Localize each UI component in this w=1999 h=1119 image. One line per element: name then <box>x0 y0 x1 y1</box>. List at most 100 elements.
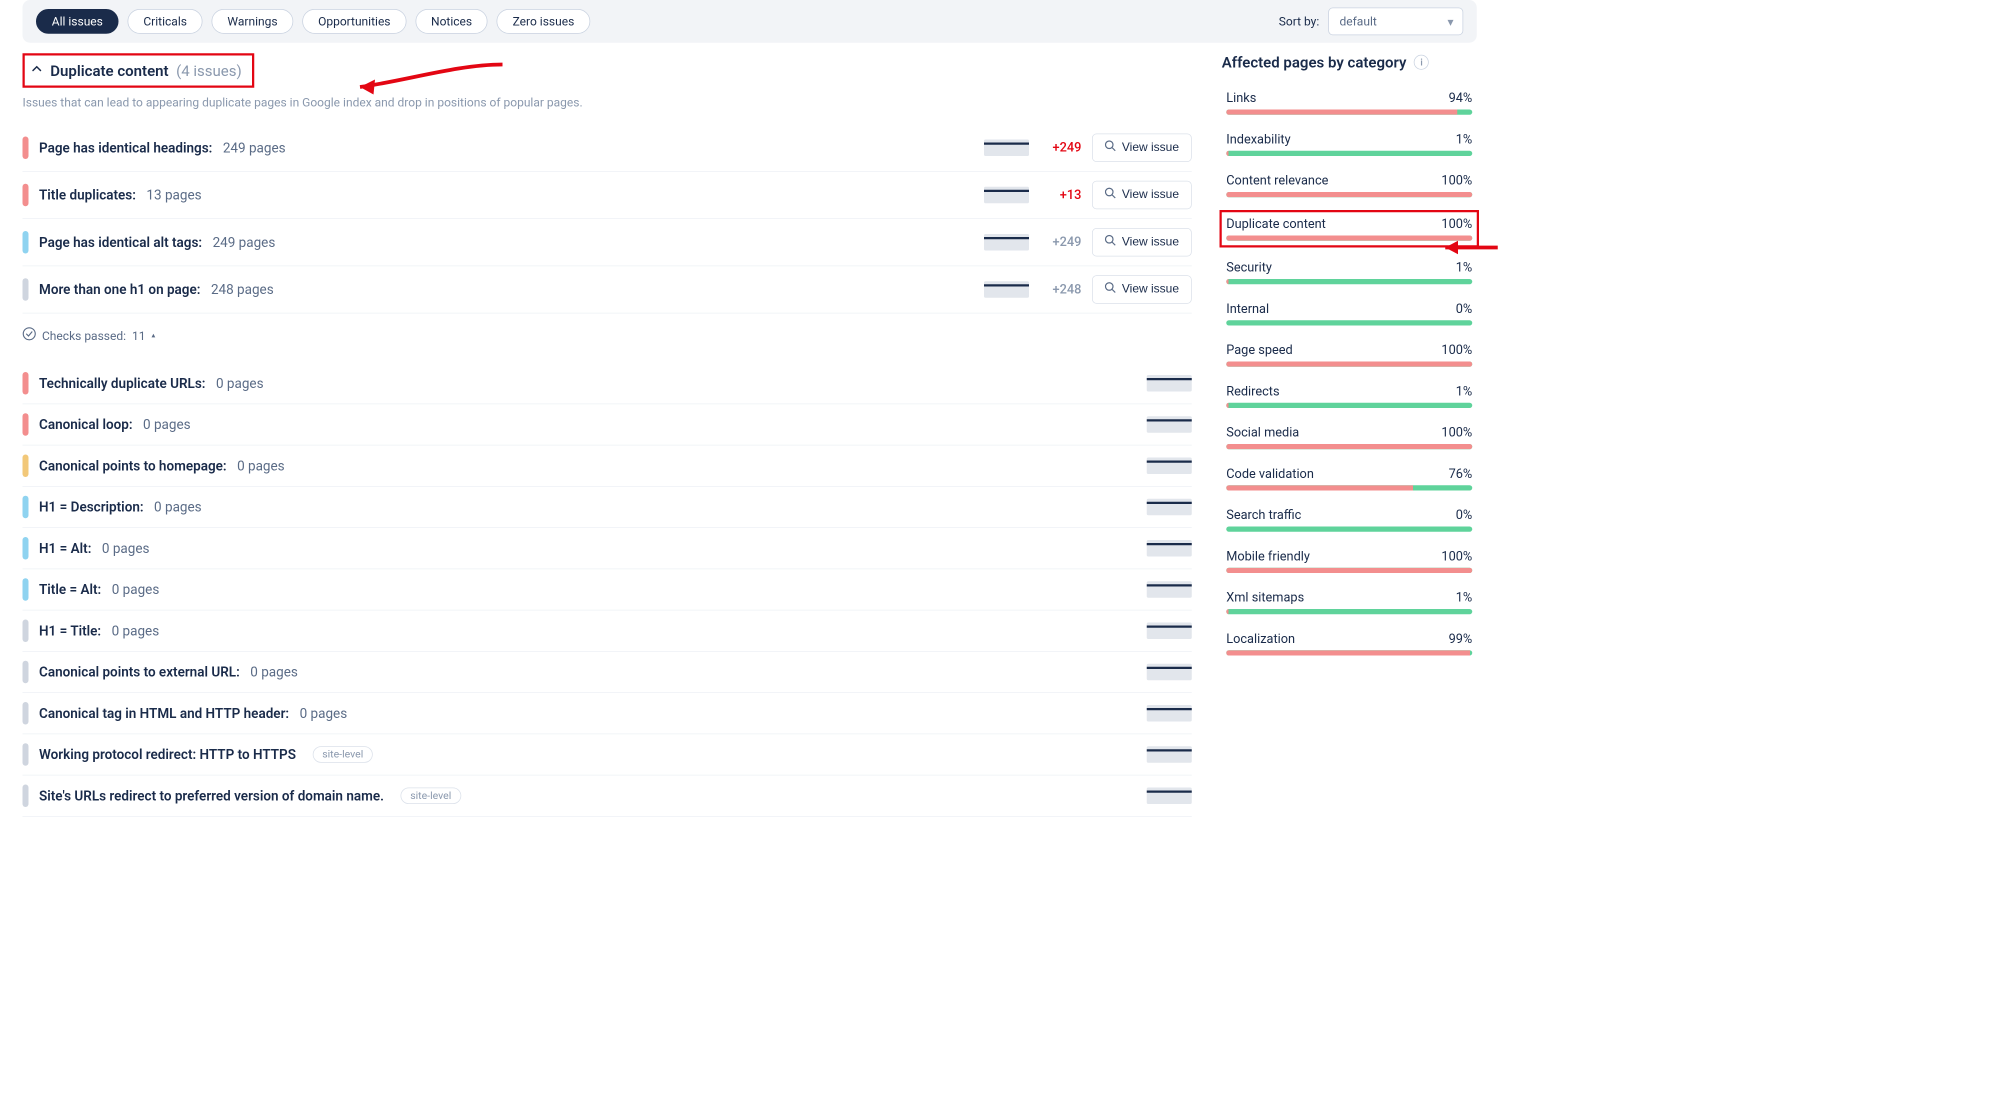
category-percent: 100% <box>1441 173 1472 188</box>
category-percent: 1% <box>1456 132 1473 147</box>
issue-name[interactable]: Canonical loop: <box>39 417 133 433</box>
issue-page-count: 0 pages <box>143 417 191 433</box>
category-bar <box>1226 527 1472 532</box>
severity-indicator <box>23 137 29 160</box>
category-bar <box>1226 151 1472 156</box>
issue-name[interactable]: Title duplicates: <box>39 187 136 203</box>
category-name: Indexability <box>1226 132 1290 147</box>
section-issue-count: (4 issues) <box>176 62 242 80</box>
category-row-code-validation[interactable]: Code validation76% <box>1222 462 1477 495</box>
filter-pill-zero-issues[interactable]: Zero issues <box>497 9 590 34</box>
issue-name[interactable]: Technically duplicate URLs: <box>39 375 205 391</box>
checks-passed-count: 11 <box>132 328 145 342</box>
category-bar <box>1226 403 1472 408</box>
category-row-links[interactable]: Links94% <box>1222 86 1477 119</box>
issue-page-count: 0 pages <box>102 540 150 556</box>
sparkline <box>1147 788 1192 805</box>
issue-name[interactable]: Canonical points to external URL: <box>39 664 240 680</box>
category-percent: 94% <box>1449 91 1473 106</box>
severity-indicator <box>23 537 29 560</box>
section-title: Duplicate content <box>50 62 168 80</box>
category-row-page-speed[interactable]: Page speed 100% <box>1222 338 1477 371</box>
category-row-content-relevance[interactable]: Content relevance 100% <box>1222 169 1477 202</box>
sort-select[interactable]: default ▾ <box>1328 8 1463 36</box>
issue-name[interactable]: Canonical points to homepage: <box>39 458 227 474</box>
category-row-social-media[interactable]: Social media100% <box>1222 421 1477 454</box>
site-level-badge: site-level <box>312 746 373 763</box>
issue-row: H1 = Description: 0 pages <box>23 487 1192 528</box>
category-row-mobile-friendly[interactable]: Mobile friendly100% <box>1222 545 1477 578</box>
sparkline <box>1147 746 1192 763</box>
sparkline <box>984 140 1029 157</box>
category-name: Page speed <box>1226 343 1292 358</box>
sparkline <box>984 281 1029 298</box>
sparkline <box>1147 540 1192 557</box>
category-name: Xml sitemaps <box>1226 590 1304 605</box>
issue-row: Page has identical headings: 249 pages +24… <box>23 125 1192 172</box>
delta-value: +248 <box>1039 282 1081 297</box>
severity-indicator <box>23 455 29 478</box>
view-issue-button[interactable]: View issue <box>1092 181 1192 210</box>
view-issue-button[interactable]: View issue <box>1092 134 1192 163</box>
search-icon <box>1105 235 1116 250</box>
category-percent: 1% <box>1456 384 1473 399</box>
category-row-xml-sitemaps[interactable]: Xml sitemaps1% <box>1222 586 1477 619</box>
sparkline <box>984 187 1029 204</box>
category-percent: 0% <box>1456 508 1473 523</box>
category-name: Content relevance <box>1226 173 1328 188</box>
issue-name[interactable]: H1 = Title: <box>39 623 101 639</box>
issue-page-count: 0 pages <box>154 499 202 515</box>
category-percent: 0% <box>1456 302 1473 317</box>
issue-name[interactable]: Page has identical headings: <box>39 140 212 156</box>
category-name: Security <box>1226 260 1272 275</box>
severity-indicator <box>23 785 29 808</box>
category-percent: 100% <box>1441 343 1472 358</box>
section-header-duplicate-content[interactable]: Duplicate content (4 issues) <box>23 53 255 88</box>
category-row-internal[interactable]: Internal0% <box>1222 297 1477 330</box>
filter-pill-criticals[interactable]: Criticals <box>128 9 203 34</box>
issue-page-count: 249 pages <box>223 140 286 156</box>
issue-row: Canonical loop: 0 pages <box>23 404 1192 445</box>
issue-row: Title duplicates:13 pages+13View issue <box>23 172 1192 219</box>
issue-name[interactable]: Canonical tag in HTML and HTTP header: <box>39 705 289 721</box>
category-percent: 100% <box>1441 549 1472 564</box>
info-icon[interactable]: i <box>1414 55 1429 70</box>
issue-row: Page has identical alt tags:249 pages+24… <box>23 219 1192 266</box>
sparkline <box>1147 705 1192 722</box>
severity-indicator <box>23 231 29 254</box>
category-row-localization[interactable]: Localization99% <box>1222 627 1477 660</box>
affected-pages-heading: Affected pages by category i <box>1222 53 1477 71</box>
view-issue-label: View issue <box>1122 188 1179 202</box>
severity-indicator <box>23 578 29 601</box>
chevron-up-icon <box>31 63 43 78</box>
annotation-arrow-left <box>345 59 510 97</box>
category-percent: 76% <box>1449 467 1473 482</box>
issue-name[interactable]: H1 = Alt: <box>39 540 91 556</box>
issue-name[interactable]: Page has identical alt tags: <box>39 234 202 250</box>
filter-pill-notices[interactable]: Notices <box>415 9 488 34</box>
category-bar <box>1226 110 1472 115</box>
issue-name[interactable]: More than one h1 on page: <box>39 282 200 298</box>
delta-value: +249 <box>1039 140 1081 155</box>
view-issue-button[interactable]: View issue <box>1092 275 1192 304</box>
issue-row: Canonical points to homepage:0 pages <box>23 446 1192 487</box>
filter-pill-warnings[interactable]: Warnings <box>212 9 294 34</box>
filter-pill-opportunities[interactable]: Opportunities <box>302 9 406 34</box>
category-bar <box>1226 192 1472 197</box>
filter-pill-all-issues[interactable]: All issues <box>36 9 119 34</box>
category-row-indexability[interactable]: Indexability 1% <box>1222 128 1477 161</box>
sort-control: Sort by: default ▾ <box>1279 8 1463 36</box>
issue-name[interactable]: Site's URLs redirect to preferred versio… <box>39 788 384 804</box>
category-row-search-traffic[interactable]: Search traffic0% <box>1222 503 1477 536</box>
issue-name[interactable]: Working protocol redirect: HTTP to HTTPS <box>39 747 296 763</box>
view-issue-button[interactable]: View issue <box>1092 228 1192 257</box>
issue-row: Canonical points to external URL:0 pages <box>23 652 1192 693</box>
checks-passed-toggle[interactable]: Checks passed: 11 ▴ <box>23 327 156 344</box>
section-subtitle: Issues that can lead to appearing duplic… <box>23 95 1192 109</box>
category-name: Redirects <box>1226 384 1279 399</box>
issue-name[interactable]: Title = Alt: <box>39 582 101 598</box>
issue-name[interactable]: H1 = Description: <box>39 499 144 515</box>
sparkline <box>1147 581 1192 598</box>
category-row-redirects[interactable]: Redirects 1% <box>1222 380 1477 413</box>
check-circle-icon <box>23 327 37 344</box>
